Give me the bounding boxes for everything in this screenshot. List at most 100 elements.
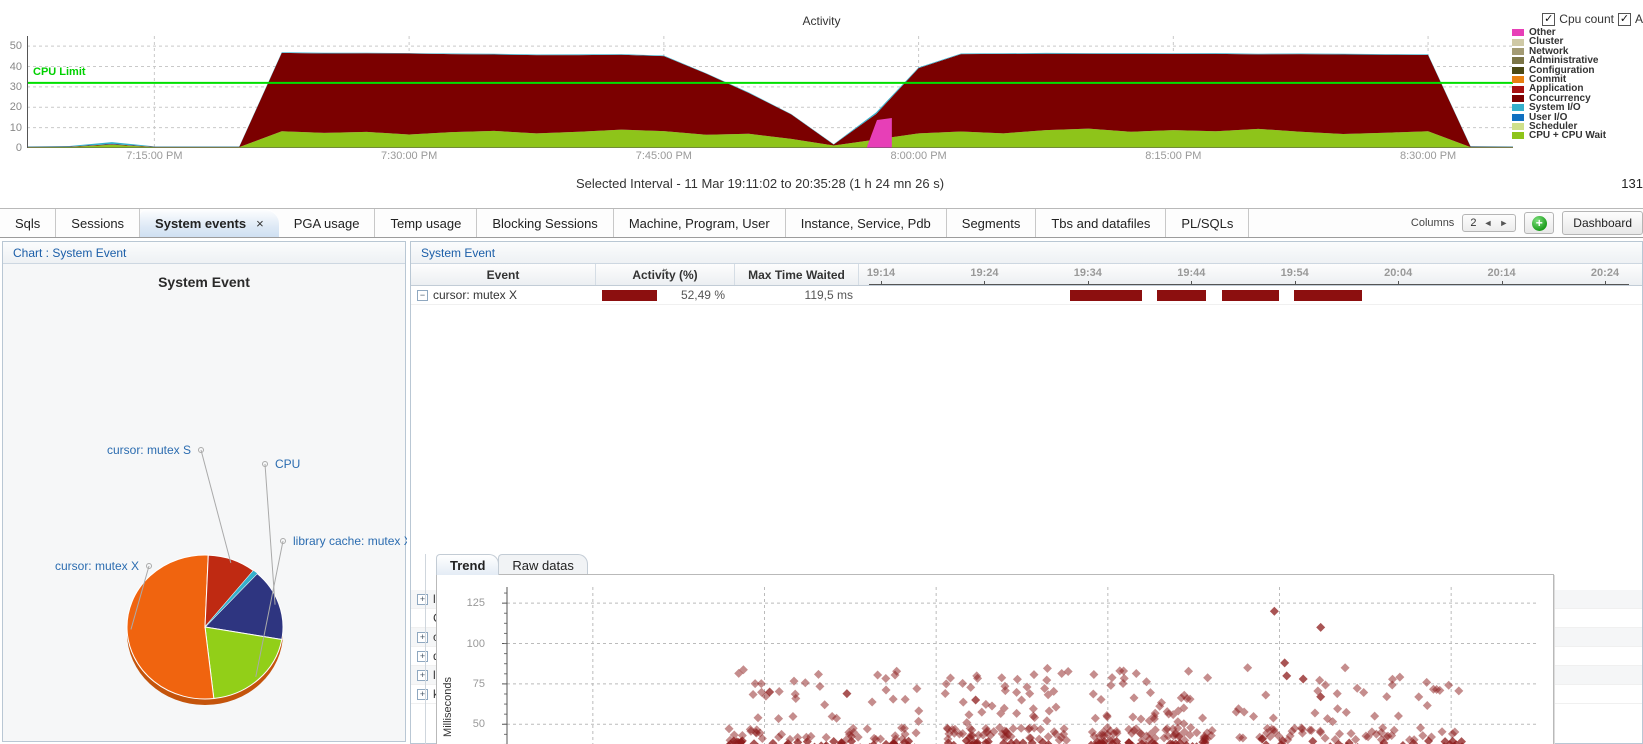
scatter-point	[753, 713, 762, 722]
pie-slice[interactable]	[205, 627, 282, 699]
timeline-tick-mark	[1502, 281, 1503, 285]
pie-slice[interactable]	[127, 555, 214, 699]
scatter-point	[873, 670, 882, 679]
cpu-limit-label: CPU Limit	[33, 66, 86, 78]
legend-swatch	[1512, 95, 1524, 102]
scatter-point	[1089, 690, 1098, 699]
tab-label: Sqls	[15, 216, 40, 231]
timeline-tick: 19:24	[970, 267, 998, 279]
tab-system-events[interactable]: System events ×	[140, 209, 279, 237]
activity-y-tick: 20	[0, 101, 22, 113]
scatter-point	[1198, 713, 1207, 722]
tab-label: PGA usage	[294, 216, 360, 231]
scatter-point	[749, 690, 758, 699]
selected-interval-value: 11 Mar 19:11:02 to 20:35:28 (1 h 24 mn 2…	[684, 176, 944, 191]
timeline-tick-mark	[1088, 281, 1089, 285]
legend-swatch	[1512, 123, 1524, 130]
detail-tab-raw-datas[interactable]: Raw datas	[498, 554, 587, 575]
activity-y-tick: 50	[0, 40, 22, 52]
scatter-point	[1097, 695, 1106, 704]
row-expander-icon[interactable]: −	[417, 290, 428, 301]
tab-label: System events	[155, 216, 246, 231]
activity-chart-panel: Activity ✓ Cpu count ✓ A 01020304050 CPU…	[0, 0, 1643, 168]
trend-chart[interactable]: Milliseconds 02550751001257:15:00 PM7:30…	[436, 574, 1554, 744]
tab-temp-usage[interactable]: Temp usage	[375, 209, 477, 237]
scatter-point	[1128, 712, 1137, 721]
pie-slice-label: library cache: mutex X	[293, 534, 407, 548]
trend-y-tick: 50	[445, 718, 485, 730]
tab-tbs-and-datafiles[interactable]: Tbs and datafiles	[1036, 209, 1166, 237]
chevron-right-icon[interactable]: ►	[1499, 218, 1508, 228]
cpu-count-label: Cpu count	[1559, 12, 1614, 26]
timeline-bar	[1070, 290, 1142, 301]
event-detail-panel: TrendRaw datas Milliseconds 025507510012…	[425, 554, 1553, 744]
scatter-point	[793, 733, 802, 742]
scatter-point	[941, 689, 950, 698]
columns-label: Columns	[1411, 217, 1454, 229]
scatter-point	[774, 714, 783, 723]
legend-item: CPU + CPU Wait	[1512, 131, 1643, 140]
system-event-panel: System Event Event ⌄ Activity (%) Max Ti…	[410, 241, 1643, 744]
timeline-axis-line	[869, 284, 1629, 285]
scatter-point	[1013, 675, 1022, 684]
timeline-tick-mark	[1295, 281, 1296, 285]
table-row[interactable]: −cursor: mutex X52,49 %119,5 ms	[411, 286, 1642, 305]
pie-chart[interactable]: CPUlibrary cache: mutex Xcursor: mutex X…	[3, 242, 407, 743]
activity-plot-area[interactable]	[27, 36, 1513, 148]
legend-swatch	[1512, 132, 1524, 139]
column-header-activity[interactable]: ⌄ Activity (%)	[596, 264, 735, 285]
activity-x-tick: 7:30:00 PM	[381, 150, 437, 162]
legend-swatch	[1512, 86, 1524, 93]
selected-interval-bar: Selected Interval - 11 Mar 19:11:02 to 2…	[0, 170, 1643, 200]
activity-x-tick: 7:15:00 PM	[126, 150, 182, 162]
scatter-point	[997, 673, 1006, 682]
timeline-bar	[1157, 290, 1206, 301]
second-checkbox[interactable]: ✓	[1618, 13, 1631, 26]
add-chart-button[interactable]: +	[1524, 212, 1554, 234]
legend-swatch	[1512, 57, 1524, 64]
chevron-left-icon[interactable]: ◄	[1483, 218, 1492, 228]
tab-label: Machine, Program, User	[629, 216, 770, 231]
cpu-count-checkbox[interactable]: ✓	[1542, 13, 1555, 26]
plus-icon: +	[1532, 216, 1547, 231]
dashboard-button[interactable]: Dashboard	[1562, 211, 1643, 235]
chart-panel: Chart : System Event System Event CPUlib…	[2, 241, 406, 742]
scatter-point	[1044, 732, 1053, 741]
legend-swatch	[1512, 67, 1524, 74]
scatter-point	[1129, 693, 1138, 702]
tab-sessions[interactable]: Sessions	[56, 209, 140, 237]
selected-interval-text: Selected Interval - 11 Mar 19:11:02 to 2…	[0, 176, 1520, 191]
scatter-point	[1184, 667, 1193, 676]
scatter-point	[889, 695, 898, 704]
detail-tab-bar: TrendRaw datas	[436, 554, 1287, 575]
detail-tab-trend[interactable]: Trend	[436, 554, 499, 575]
check-icon: ✓	[1544, 14, 1553, 25]
timeline-tick: 19:34	[1074, 267, 1102, 279]
scatter-point	[863, 724, 872, 733]
legend-swatch	[1512, 39, 1524, 46]
activity-y-tick: 10	[0, 122, 22, 134]
tab-instance-service-pdb[interactable]: Instance, Service, Pdb	[786, 209, 947, 237]
column-header-max-time[interactable]: Max Time Waited	[735, 264, 859, 285]
scatter-point	[1036, 725, 1045, 734]
scatter-point	[1136, 714, 1145, 723]
scatter-point	[964, 710, 973, 719]
scatter-point	[1102, 711, 1111, 720]
scatter-point	[1142, 677, 1151, 686]
activity-y-tick: 40	[0, 61, 22, 73]
timeline-tick: 19:14	[867, 267, 895, 279]
pie-callout-line	[201, 450, 231, 563]
tab-pga-usage[interactable]: PGA usage	[279, 209, 376, 237]
scatter-point	[981, 700, 990, 709]
tab-close-icon[interactable]: ×	[256, 216, 264, 231]
tab-pl-sqls[interactable]: PL/SQLs	[1166, 209, 1249, 237]
grid-header: Event ⌄ Activity (%) Max Time Waited 19:…	[411, 264, 1642, 286]
tab-blocking-sessions[interactable]: Blocking Sessions	[477, 209, 614, 237]
columns-stepper[interactable]: 2 ◄ ►	[1462, 214, 1516, 232]
scatter-point	[881, 674, 890, 683]
tab-machine-program-user[interactable]: Machine, Program, User	[614, 209, 786, 237]
column-header-event[interactable]: Event	[411, 264, 596, 285]
tab-segments[interactable]: Segments	[947, 209, 1037, 237]
scatter-point	[1108, 673, 1117, 682]
tab-sqls[interactable]: Sqls	[0, 209, 56, 237]
